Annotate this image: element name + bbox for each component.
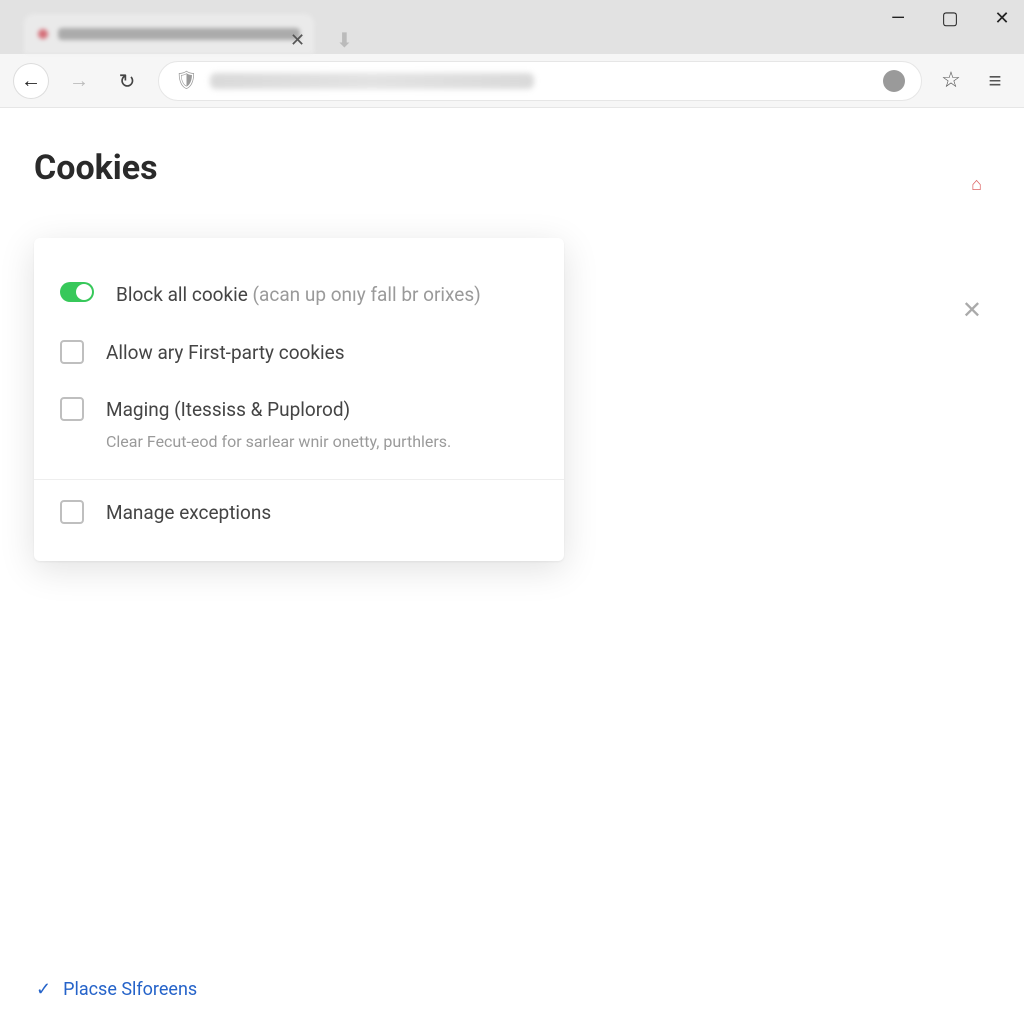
footer-link-label: Placse Slforeens — [63, 979, 197, 1000]
manage-exceptions-checkbox[interactable] — [60, 500, 84, 524]
nav-forward-button[interactable]: → — [62, 64, 96, 98]
panel-close-icon[interactable]: ✕ — [962, 296, 982, 324]
maging-checkbox[interactable] — [60, 397, 84, 421]
window-titlebar: ✕ ⬇ — ▢ ✕ — [0, 0, 1024, 54]
tab-close-icon[interactable]: ✕ — [290, 30, 305, 51]
manage-exceptions-label: Manage exceptions — [106, 501, 271, 524]
row-block-all: Block all cookie (acan up onıy fall br o… — [60, 266, 538, 324]
address-bar[interactable]: 🛡 — [158, 61, 922, 101]
page-content: Cookies ⌂ ✕ Block all cookie (acan up on… — [0, 108, 1024, 1024]
tab-title-blur — [58, 28, 300, 40]
site-identity-icon[interactable] — [883, 70, 905, 92]
row-allow-first-party: Allow ary First-party cookies — [60, 324, 538, 382]
allow-first-party-label: Allow ary First-party cookies — [106, 341, 345, 364]
home-icon[interactable]: ⌂ — [971, 174, 982, 195]
shield-icon: 🛡 — [175, 70, 198, 91]
maging-label: Maging (Itessiss & Puplorod) — [106, 398, 350, 421]
maximize-button[interactable]: ▢ — [936, 8, 964, 29]
footer-link[interactable]: ✓ Placse Slforeens — [36, 979, 197, 1000]
app-menu-icon[interactable]: ≡ — [980, 68, 1010, 94]
favicon — [38, 29, 48, 39]
address-blur — [210, 73, 535, 89]
cookies-card: Block all cookie (acan up onıy fall br o… — [34, 238, 564, 561]
reload-button[interactable]: ↻ — [110, 64, 144, 98]
maging-subtext: Clear Fecut-eod for sarlear wnir onetty,… — [106, 431, 451, 453]
page-title: Cookies — [34, 148, 990, 188]
block-all-toggle[interactable] — [60, 282, 94, 302]
browser-toolbar: ← → ↻ 🛡 ☆ ≡ — [0, 54, 1024, 108]
row-manage-exceptions[interactable]: Manage exceptions — [60, 484, 538, 542]
nav-back-button[interactable]: ← — [14, 64, 48, 98]
block-all-label: Block all cookie — [116, 283, 248, 306]
close-button[interactable]: ✕ — [988, 8, 1016, 29]
bookmark-icon[interactable]: ☆ — [936, 68, 966, 93]
row-maging: Maging (Itessiss & Puplorod) Clear Fecut… — [60, 381, 538, 468]
minimize-button[interactable]: — — [884, 8, 912, 29]
block-all-hint: (acan up onıy fall br orixes) — [253, 283, 481, 306]
check-icon: ✓ — [36, 979, 51, 1000]
window-controls: — ▢ ✕ — [884, 8, 1016, 29]
browser-tab[interactable] — [24, 14, 314, 54]
download-icon[interactable]: ⬇ — [336, 28, 353, 52]
allow-first-party-checkbox[interactable] — [60, 340, 84, 364]
card-divider — [34, 479, 564, 480]
